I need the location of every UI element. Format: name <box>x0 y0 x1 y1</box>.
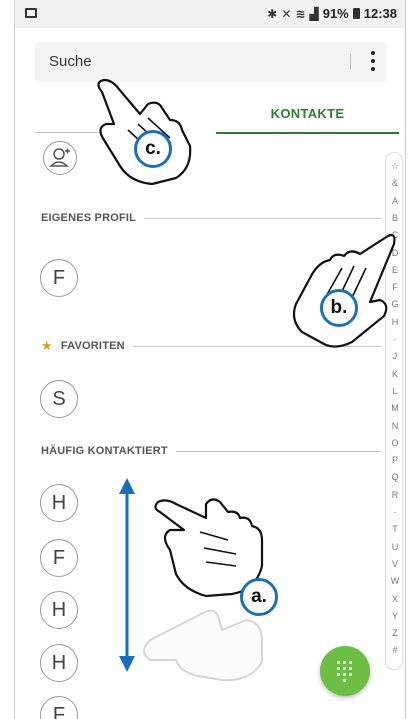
callout-c: c. <box>134 130 172 168</box>
index-letter[interactable]: · <box>386 334 404 344</box>
index-letter[interactable]: R <box>386 490 404 500</box>
index-letter[interactable]: A <box>386 196 404 206</box>
callout-a: a. <box>240 578 278 616</box>
tab-contacts[interactable]: KONTAKTE <box>216 106 399 121</box>
index-letter[interactable]: K <box>386 369 404 379</box>
section-divider <box>175 450 381 452</box>
dialpad-button[interactable] <box>320 646 370 696</box>
avatar-favorite[interactable]: S <box>40 380 78 418</box>
index-letter[interactable]: C <box>386 230 404 240</box>
index-letter[interactable]: B <box>386 213 404 223</box>
section-title: EIGENES PROFIL <box>41 212 137 224</box>
battery-percent: 91% <box>322 6 349 21</box>
section-divider <box>144 217 381 219</box>
alphabet-index-scroller[interactable]: ☆ & A B C D E F G H · J K L M N O P Q R · T U V W X Y Z # <box>385 152 403 670</box>
index-letter[interactable]: X <box>386 594 404 604</box>
index-letter[interactable]: E <box>386 265 404 275</box>
section-frequent: HÄUFIG KONTAKTIERT <box>41 444 381 458</box>
add-person-icon <box>48 147 70 167</box>
avatar-frequent-3[interactable]: H <box>40 591 78 629</box>
search-bar[interactable]: Suche <box>35 42 387 82</box>
index-letter[interactable]: U <box>386 542 404 552</box>
index-letter[interactable]: O <box>386 438 404 448</box>
index-letter[interactable]: N <box>386 421 404 431</box>
section-title: HÄUFIG KONTAKTIERT <box>41 445 168 457</box>
index-letter[interactable]: M <box>386 403 404 413</box>
dialpad-icon <box>337 661 353 682</box>
index-letter[interactable]: H <box>386 317 404 327</box>
index-letter[interactable]: Q <box>386 472 404 482</box>
mute-icon: ✕ <box>281 6 292 21</box>
status-icons: ✱ ✕ ≋ ▟ 91% 12:38 <box>267 6 397 21</box>
status-bar: ✱ ✕ ≋ ▟ 91% 12:38 <box>15 0 405 28</box>
index-letter[interactable]: F <box>386 282 404 292</box>
search-divider <box>350 54 351 70</box>
search-input[interactable]: Suche <box>49 53 92 70</box>
index-letter[interactable]: V <box>386 559 404 569</box>
index-letter[interactable]: L <box>386 386 404 396</box>
index-letter[interactable]: D <box>386 248 404 258</box>
callout-b: b. <box>320 289 358 327</box>
avatar-frequent-1[interactable]: H <box>40 484 78 522</box>
index-letter[interactable]: P <box>386 455 404 465</box>
gallery-notification-icon <box>25 8 37 18</box>
star-icon: ★ <box>41 338 53 353</box>
signal-icon: ▟ <box>309 6 319 21</box>
add-contact-button[interactable] <box>43 141 77 175</box>
avatar-own-profile[interactable]: F <box>40 259 78 297</box>
index-letter[interactable]: W <box>386 576 404 586</box>
section-favorites: ★ FAVORITEN <box>41 338 381 353</box>
section-divider <box>132 345 381 347</box>
index-letter[interactable]: & <box>386 178 404 188</box>
index-letter[interactable]: # <box>386 645 404 655</box>
section-own-profile: EIGENES PROFIL <box>41 211 381 225</box>
avatar-frequent-2[interactable]: F <box>40 539 78 577</box>
index-letter[interactable]: · <box>386 507 404 517</box>
avatar-frequent-4[interactable]: H <box>40 644 78 682</box>
wifi-icon: ≋ <box>295 6 306 21</box>
index-letter[interactable]: T <box>386 524 404 534</box>
section-title: FAVORITEN <box>60 340 125 352</box>
index-letter[interactable]: G <box>386 299 404 309</box>
battery-icon <box>352 8 360 19</box>
index-letter[interactable]: Z <box>386 628 404 638</box>
phone-screen: ✱ ✕ ≋ ▟ 91% 12:38 Suche KONTAKTE EIGENES… <box>14 0 406 719</box>
index-letter[interactable]: Y <box>386 611 404 621</box>
index-letter[interactable]: J <box>386 351 404 361</box>
index-letter[interactable]: ☆ <box>386 161 404 172</box>
avatar-frequent-5[interactable]: F <box>40 696 78 719</box>
tab-active-indicator <box>216 132 399 134</box>
more-options-icon[interactable] <box>371 51 375 71</box>
bluetooth-icon: ✱ <box>267 6 278 21</box>
clock: 12:38 <box>363 6 397 21</box>
